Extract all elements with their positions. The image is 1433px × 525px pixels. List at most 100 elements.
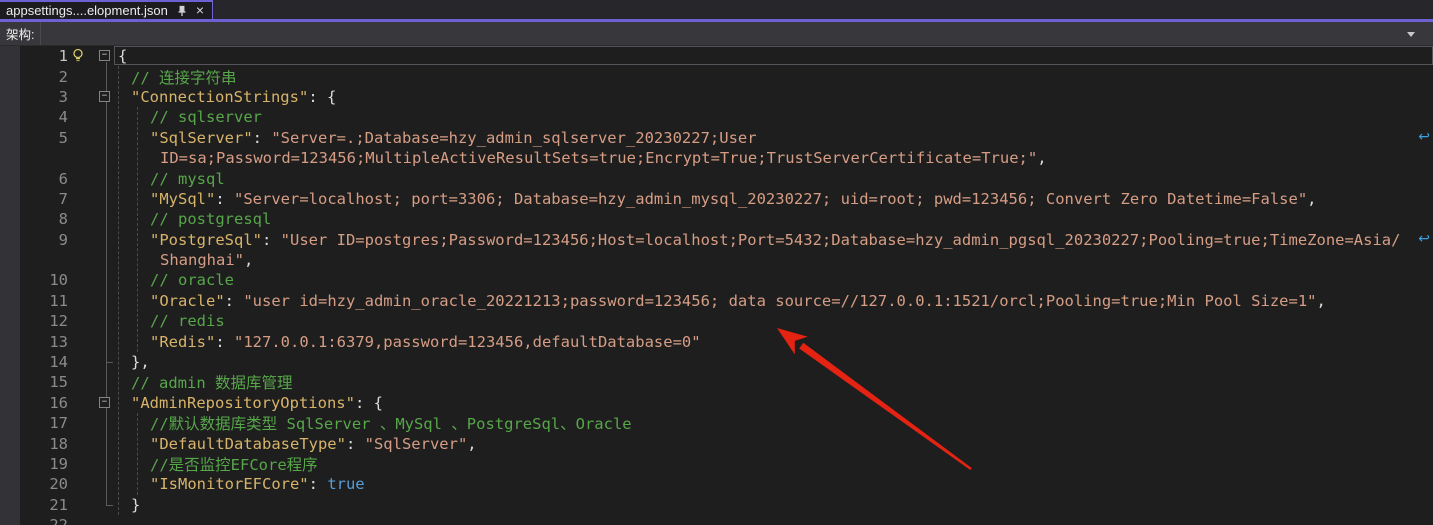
fold-gutter: −: [68, 46, 118, 66]
code-text: "SqlServer": "Server=.;Database=hzy_admi…: [150, 129, 757, 147]
code-line[interactable]: 3−"ConnectionStrings": {: [0, 87, 1433, 107]
code-token: // mysql: [150, 170, 225, 188]
code-token: ,: [244, 251, 253, 269]
code-line[interactable]: 13"Redis": "127.0.0.1:6379,password=1234…: [0, 331, 1433, 351]
fold-collapse-button[interactable]: −: [99, 397, 110, 408]
code-line[interactable]: 4// sqlserver: [0, 107, 1433, 127]
code-token: "user id=hzy_admin_oracle_20221213;passw…: [243, 292, 1316, 310]
code-line[interactable]: 14},: [0, 352, 1433, 372]
schema-bar: 架构:: [0, 22, 1433, 46]
fold-collapse-button[interactable]: −: [99, 91, 110, 102]
fold-outline-tick: [106, 362, 113, 363]
lightbulb-icon[interactable]: [71, 48, 85, 67]
code-text: // oracle: [150, 271, 234, 289]
code-token: // sqlserver: [150, 108, 262, 126]
code-token: "PostgreSql": [150, 231, 262, 249]
fold-gutter: [68, 148, 118, 168]
line-number: 11: [0, 292, 68, 310]
line-number: 16: [0, 394, 68, 412]
code-line[interactable]: 2 // 连接字符串: [0, 66, 1433, 86]
code-text: {: [118, 47, 127, 65]
code-text: //是否监控EFCore程序: [150, 453, 318, 475]
line-number: 8: [0, 210, 68, 228]
code-token: // redis: [150, 312, 225, 330]
code-line[interactable]: 5"SqlServer": "Server=.;Database=hzy_adm…: [0, 128, 1433, 148]
fold-gutter: [68, 474, 118, 494]
code-text: // 连接字符串: [131, 66, 237, 88]
fold-gutter: [68, 454, 118, 474]
code-token: Shanghai": [160, 251, 244, 269]
code-editor[interactable]: 1−{2// 连接字符串3−"ConnectionStrings": {4// …: [0, 46, 1433, 525]
code-line[interactable]: 18 "DefaultDatabaseType": "SqlServer",: [0, 433, 1433, 453]
fold-outline-tick: [106, 505, 113, 506]
code-line[interactable]: 19 //是否监控EFCore程序: [0, 454, 1433, 474]
code-line[interactable]: 20"IsMonitorEFCore": true: [0, 474, 1433, 494]
code-line[interactable]: 22: [0, 515, 1433, 525]
code-token: "IsMonitorEFCore": [150, 475, 309, 493]
code-token: :: [309, 475, 328, 493]
code-token: "127.0.0.1:6379,password=123456,defaultD…: [234, 333, 701, 351]
code-line[interactable]: Shanghai",: [0, 250, 1433, 270]
code-token: :: [215, 190, 234, 208]
fold-gutter: [68, 515, 118, 525]
line-number: 12: [0, 312, 68, 330]
code-text: }: [131, 496, 140, 514]
fold-gutter: −: [68, 393, 118, 413]
pin-icon[interactable]: [176, 4, 188, 17]
line-number: 2: [0, 68, 68, 86]
code-token: // postgresql: [150, 210, 271, 228]
line-number: 18: [0, 435, 68, 453]
code-line[interactable]: 1−{: [0, 46, 1433, 66]
code-text: "PostgreSql": "User ID=postgres;Password…: [150, 231, 1400, 249]
code-line[interactable]: 6// mysql: [0, 168, 1433, 188]
code-line[interactable]: 21}: [0, 495, 1433, 515]
code-token: "User ID=postgres;Password=123456;Host=l…: [281, 231, 1401, 249]
code-line[interactable]: 9 "PostgreSql": "User ID=postgres;Passwor…: [0, 230, 1433, 250]
code-token: "Redis": [150, 333, 215, 351]
line-number: 19: [0, 455, 68, 473]
code-text: // mysql: [150, 170, 225, 188]
code-token: ,: [1316, 292, 1325, 310]
code-text: "Oracle": "user id=hzy_admin_oracle_2022…: [150, 292, 1326, 310]
close-icon[interactable]: ×: [194, 4, 206, 17]
line-number: 13: [0, 333, 68, 351]
code-token: },: [131, 353, 150, 371]
code-line[interactable]: 8 // postgresql: [0, 209, 1433, 229]
tab-appsettings-development-json[interactable]: appsettings....elopment.json ×: [0, 0, 213, 19]
code-token: ,: [1037, 149, 1046, 167]
current-line-highlight: [114, 46, 1433, 65]
code-token: //默认数据库类型 SqlServer 、MySql 、PostgreSql、O…: [150, 415, 632, 433]
fold-collapse-button[interactable]: −: [99, 50, 110, 61]
code-text: //默认数据库类型 SqlServer 、MySql 、PostgreSql、O…: [150, 412, 632, 434]
code-line[interactable]: 11 "Oracle": "user id=hzy_admin_oracle_20…: [0, 291, 1433, 311]
code-line[interactable]: 7"MySql": "Server=localhost; port=3306; …: [0, 189, 1433, 209]
code-line[interactable]: 15// admin 数据库管理: [0, 372, 1433, 392]
code-text: // sqlserver: [150, 108, 262, 126]
code-line[interactable]: ID=sa;Password=123456;MultipleActiveResu…: [0, 148, 1433, 168]
schema-combobox[interactable]: [40, 22, 1433, 45]
fold-outline-line: [106, 62, 107, 505]
code-text: "ConnectionStrings": {: [131, 88, 336, 106]
fold-gutter: [68, 372, 118, 392]
code-token: :: [253, 129, 272, 147]
fold-gutter: [68, 230, 118, 250]
code-line[interactable]: 10 // oracle: [0, 270, 1433, 290]
word-wrap-return-icon: ↩: [1418, 129, 1430, 145]
code-text: "DefaultDatabaseType": "SqlServer",: [150, 435, 477, 453]
fold-gutter: [68, 291, 118, 311]
code-token: "DefaultDatabaseType": [150, 435, 346, 453]
line-number: 10: [0, 271, 68, 289]
tab-strip: appsettings....elopment.json ×: [0, 0, 1433, 22]
code-token: ID=sa;Password=123456;MultipleActiveResu…: [160, 149, 1037, 167]
fold-gutter: [68, 168, 118, 188]
line-number: 9: [0, 231, 68, 249]
code-line[interactable]: 12 // redis: [0, 311, 1433, 331]
code-token: : {: [355, 394, 383, 412]
fold-gutter: [68, 311, 118, 331]
code-line[interactable]: 17//默认数据库类型 SqlServer 、MySql 、PostgreSql…: [0, 413, 1433, 433]
fold-gutter: [68, 250, 118, 270]
code-text: "MySql": "Server=localhost; port=3306; D…: [150, 190, 1317, 208]
code-line[interactable]: 16−"AdminRepositoryOptions": {: [0, 393, 1433, 413]
code-token: {: [118, 47, 127, 65]
code-token: // 连接字符串: [131, 69, 237, 87]
